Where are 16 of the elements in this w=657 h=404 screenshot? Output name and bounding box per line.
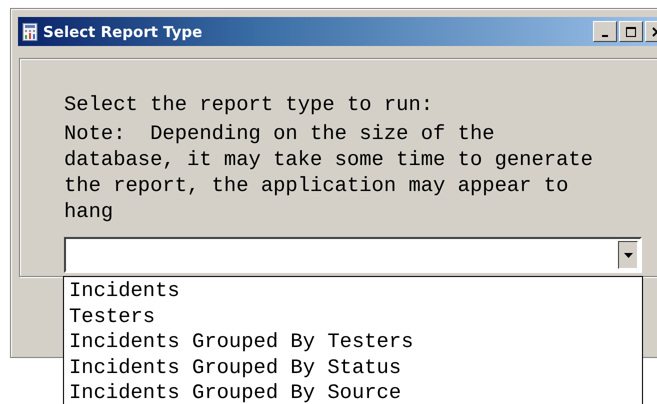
maximize-icon <box>626 26 636 36</box>
dropdown-arrow-button[interactable] <box>618 241 638 269</box>
maximize-button[interactable] <box>619 21 643 42</box>
note-text: Note: Depending on the size of the database, it may take some time to generate the report, the application may appear to hang <box>64 122 594 226</box>
dropdown-option[interactable]: Incidents <box>69 279 642 304</box>
minimize-button[interactable] <box>593 21 617 42</box>
prompt-text: Select the report type to run: <box>64 93 434 119</box>
dropdown-option[interactable]: Incidents Grouped By Status <box>69 356 642 381</box>
report-icon <box>22 22 38 40</box>
minimize-icon <box>602 34 608 36</box>
dropdown-option[interactable]: Incidents Grouped By Source <box>69 381 642 404</box>
report-type-dropdown[interactable] <box>64 237 642 273</box>
window-title: Select Report Type <box>43 22 202 40</box>
caret-icon <box>624 252 632 258</box>
dropdown-option[interactable]: Incidents Grouped By Testers <box>69 330 642 356</box>
dropdown-option[interactable]: Testers <box>69 304 642 330</box>
